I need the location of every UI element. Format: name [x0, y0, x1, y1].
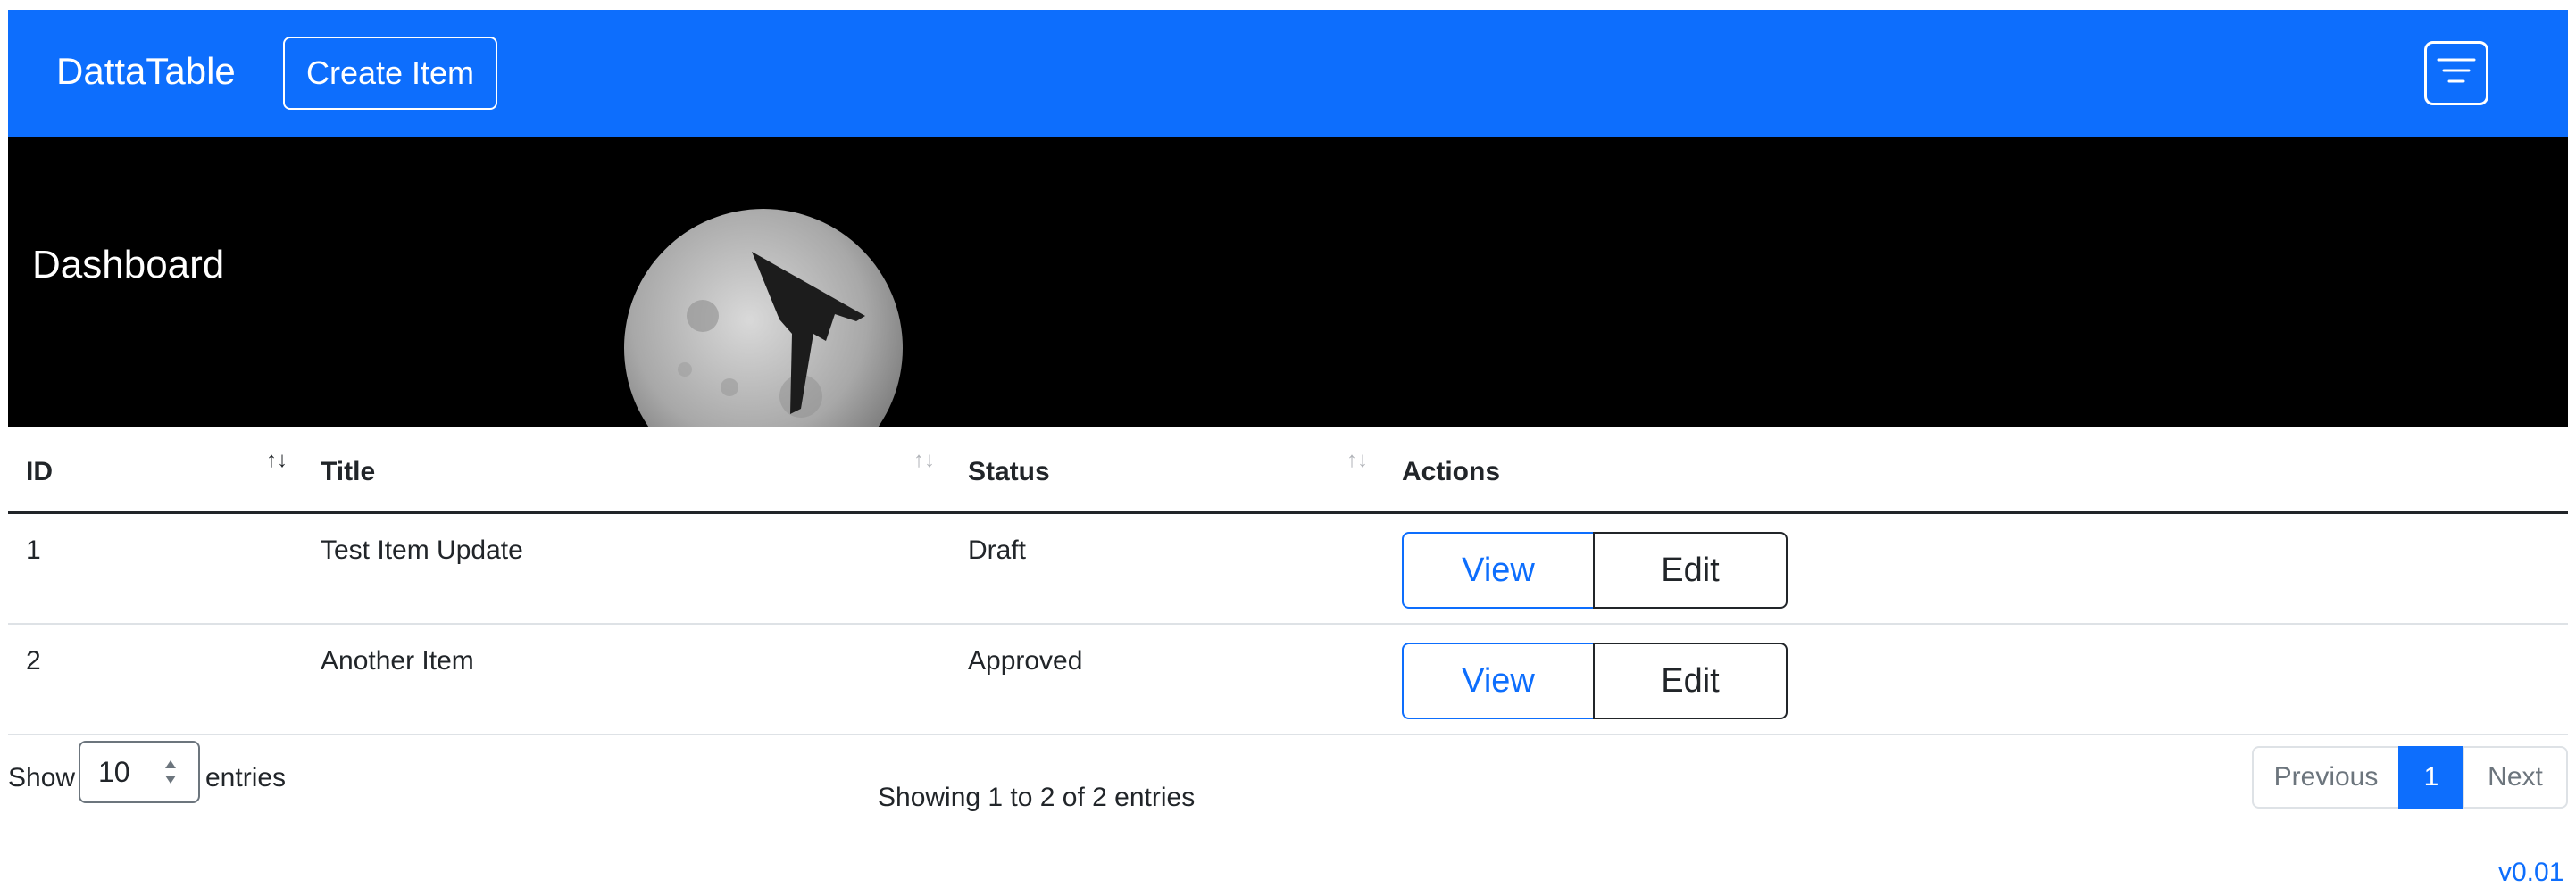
view-button[interactable]: View	[1402, 532, 1595, 609]
view-button[interactable]: View	[1402, 643, 1595, 719]
moon-bomber-image	[624, 209, 903, 427]
column-header-actions: Actions	[1402, 457, 1501, 486]
sort-asc-icon[interactable]: ↑↓	[266, 448, 288, 473]
cell-id: 1	[26, 535, 41, 565]
entries-select-value: 10	[98, 756, 130, 788]
next-page-button[interactable]: Next	[2463, 746, 2568, 809]
row-actions: View Edit	[1402, 532, 1788, 609]
entries-per-page-select[interactable]: 10	[79, 741, 200, 803]
page-1-button[interactable]: 1	[2398, 746, 2464, 809]
previous-page-button[interactable]: Previous	[2252, 746, 2400, 809]
column-header-title[interactable]: Title	[321, 457, 375, 487]
select-arrows-icon	[165, 760, 176, 784]
edit-button[interactable]: Edit	[1593, 532, 1788, 609]
row-actions: View Edit	[1402, 643, 1788, 719]
show-label: Show	[8, 763, 76, 792]
create-item-button[interactable]: Create Item	[283, 37, 497, 110]
dashboard-hero-banner: Dashboard	[8, 137, 2568, 427]
brand-logo-text[interactable]: DattaTable	[56, 49, 236, 94]
navbar-toggler-button[interactable]	[2424, 41, 2488, 105]
cell-title: Test Item Update	[321, 535, 523, 565]
cell-status: Draft	[968, 535, 1027, 565]
table-row: 1 Test Item Update Draft View Edit	[8, 514, 2568, 625]
table-info: Showing 1 to 2 of 2 entries	[878, 783, 1196, 812]
cell-title: Another Item	[321, 646, 474, 676]
sort-icon[interactable]: ↑↓	[1346, 448, 1368, 473]
filter-lines-icon	[2437, 58, 2476, 83]
top-navbar: DattaTable Create Item	[8, 10, 2568, 137]
table-header-row: ID ↑↓ Title ↑↓ Status ↑↓ Actions	[8, 439, 2568, 514]
sort-icon[interactable]: ↑↓	[913, 448, 935, 473]
column-header-status[interactable]: Status	[968, 457, 1050, 487]
page-title: Dashboard	[32, 243, 225, 286]
edit-button[interactable]: Edit	[1593, 643, 1788, 719]
cell-id: 2	[26, 646, 41, 676]
cell-status: Approved	[968, 646, 1083, 676]
entries-label: entries	[205, 763, 287, 792]
column-header-id[interactable]: ID	[26, 457, 53, 487]
version-link[interactable]: v0.01	[2498, 858, 2563, 888]
table-row: 2 Another Item Approved View Edit	[8, 625, 2568, 735]
